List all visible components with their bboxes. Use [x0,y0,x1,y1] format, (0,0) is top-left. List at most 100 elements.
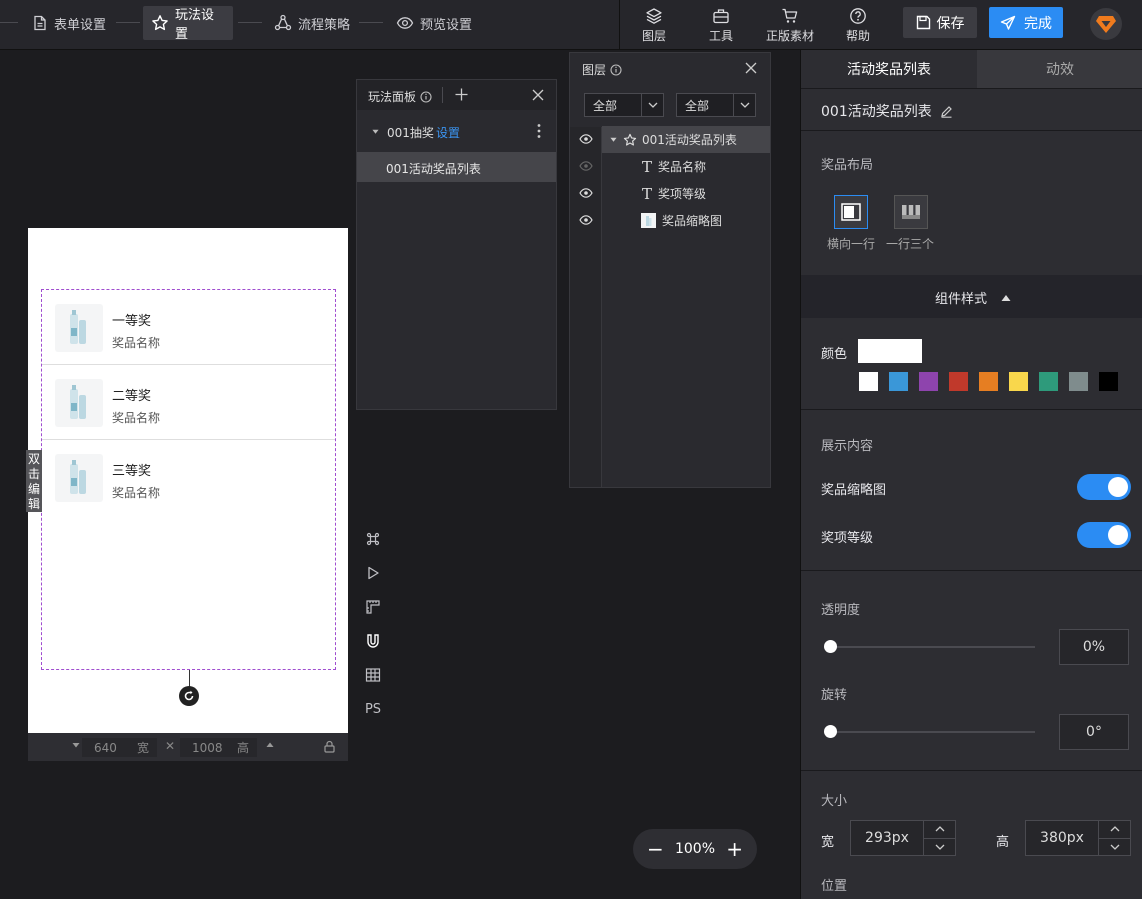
command-icon[interactable] [364,530,382,548]
info-icon[interactable] [610,63,622,76]
layers-button[interactable]: 图层 [621,0,687,50]
color-swatch-green[interactable] [1039,372,1058,391]
layer-row-prize-name[interactable]: T 奖品名称 [602,153,770,180]
ruler-icon[interactable] [364,598,382,616]
play-icon[interactable] [364,564,382,582]
caret-down-icon[interactable] [610,136,617,143]
visibility-eye-icon[interactable] [578,131,594,147]
chevron-down-icon[interactable] [924,839,955,856]
grid-icon[interactable] [364,666,382,684]
layout-horizontal-button[interactable] [834,195,868,229]
toggle-show-level[interactable] [1077,522,1131,548]
color-picker-preview[interactable] [858,339,922,363]
text-icon: T [642,184,653,203]
rotate-slider-knob[interactable] [824,725,837,738]
close-icon[interactable] [532,89,544,101]
prize-item[interactable]: 一等奖 奖品名称 [42,290,335,365]
done-button[interactable]: 完成 [989,7,1063,38]
caret-up-icon[interactable] [266,741,274,749]
star-outline-icon [151,14,169,32]
chevron-down-icon [641,94,663,116]
toggle-show-thumbnail[interactable] [1077,474,1131,500]
width-label: 宽 [821,835,835,850]
color-swatch-yellow[interactable] [1009,372,1028,391]
rotate-slider-track[interactable] [831,731,1035,733]
document-icon [32,15,48,31]
prize-item[interactable]: 二等奖 奖品名称 [42,365,335,440]
edit-pencil-icon[interactable] [940,105,953,118]
layer-row-prize-list[interactable]: 001活动奖品列表 [602,126,770,153]
layout-three-button[interactable] [894,195,928,229]
opacity-input[interactable]: 0% [1059,629,1129,665]
step-connector [238,22,262,23]
star-outline-icon [623,133,637,147]
caret-down-icon[interactable] [372,128,379,135]
step-flow-strategy[interactable]: 流程策略 [266,6,358,40]
info-icon[interactable] [420,90,432,103]
color-swatch-orange[interactable] [979,372,998,391]
color-swatch-purple[interactable] [919,372,938,391]
visibility-eye-icon[interactable] [578,212,594,228]
user-avatar[interactable] [1090,8,1122,40]
help-button[interactable]: 帮助 [825,0,891,50]
rotate-handle[interactable] [179,686,199,706]
tab-prize-list[interactable]: 活动奖品列表 [801,50,977,88]
opacity-slider-track[interactable] [831,646,1035,648]
layer-row-prize-thumb[interactable]: 奖品缩略图 [602,207,770,234]
step-connector [116,22,140,23]
save-button[interactable]: 保存 [903,7,977,38]
color-swatch-gray[interactable] [1069,372,1088,391]
prize-name: 奖品名称 [112,486,161,500]
zoom-in-button[interactable]: + [726,839,743,859]
step-preview-settings[interactable]: 预览设置 [388,6,480,40]
layer-filter-select[interactable]: 全部 [584,93,664,117]
opacity-slider-knob[interactable] [824,640,837,653]
play-panel-title: 玩法面板 [368,88,432,105]
color-swatch-black[interactable] [1099,372,1118,391]
chevron-up-icon[interactable] [924,821,955,839]
visibility-column [570,127,602,487]
visibility-eye-icon[interactable] [578,158,594,174]
rotate-input[interactable]: 0° [1059,714,1129,750]
play-group-label[interactable]: 001抽奖 [387,124,434,141]
color-swatch-blue[interactable] [889,372,908,391]
layer-row-prize-level[interactable]: T 奖项等级 [602,180,770,207]
prize-thumbnail [55,379,103,427]
add-icon[interactable] [455,88,468,101]
chevron-down-icon[interactable] [1099,839,1130,856]
step-play-settings[interactable]: 玩法设置 [143,6,233,42]
visibility-eye-icon[interactable] [578,185,594,201]
play-item-selected[interactable]: 001活动奖品列表 [357,152,556,182]
chevron-up-icon[interactable] [1099,821,1130,839]
magnet-icon[interactable] [364,632,382,650]
color-swatch-white[interactable] [859,372,878,391]
tools-button[interactable]: 工具 [688,0,754,50]
lock-icon[interactable] [323,740,336,753]
prize-item[interactable]: 三等奖 奖品名称 [42,440,335,515]
licensed-assets-button[interactable]: 正版素材 [756,0,824,50]
help-icon [849,7,867,25]
canvas-width-input[interactable]: 640 宽 [82,738,157,757]
play-group-settings-link[interactable]: 设置 [436,124,460,141]
style-section-header[interactable]: 组件样式 [801,275,1142,318]
more-vertical-icon[interactable] [537,123,541,139]
layer-type-select[interactable]: 全部 [676,93,756,117]
double-click-edit-tag[interactable]: 双击编辑 [26,450,42,512]
canvas-height-input[interactable]: 1008 高 [180,738,257,757]
divider [801,130,1142,131]
tab-animation[interactable]: 动效 [977,50,1142,88]
color-swatch-red[interactable] [949,372,968,391]
component-name: 001活动奖品列表 [821,101,953,121]
layout-label: 奖品布局 [821,158,874,173]
width-stepper[interactable]: 293px [850,820,956,856]
step-form-settings[interactable]: 表单设置 [24,6,114,40]
canvas-size-bar: 640 宽 ✕ 1008 高 [28,733,348,761]
eye-icon [396,14,414,32]
caret-down-icon[interactable] [72,741,80,749]
zoom-out-button[interactable]: − [647,839,664,859]
close-icon[interactable] [745,62,757,74]
zoom-control: − 100% + [633,829,757,869]
send-icon [1000,15,1016,31]
ps-button[interactable]: PS [364,700,382,718]
height-stepper[interactable]: 380px [1025,820,1131,856]
